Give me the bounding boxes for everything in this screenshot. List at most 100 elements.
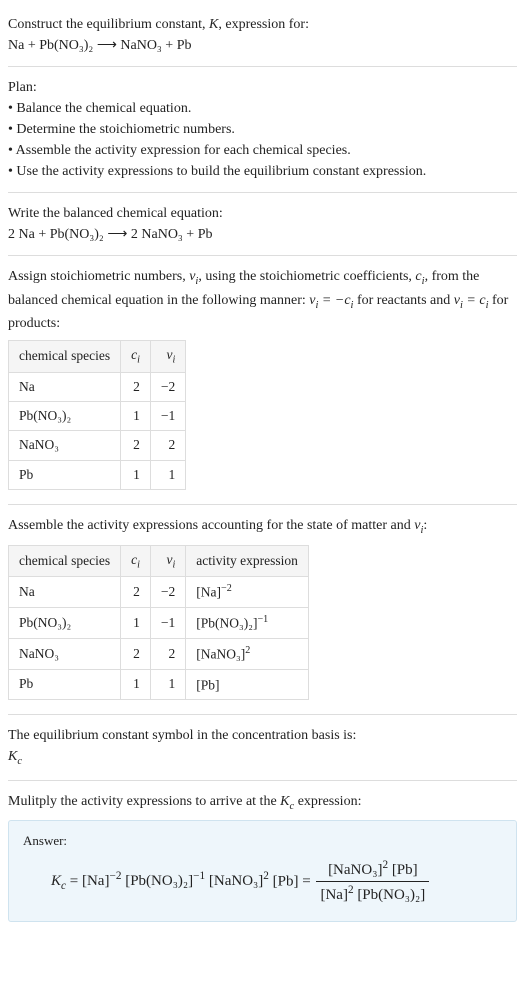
activity-table: chemical species ci νi activity expressi…	[8, 545, 309, 701]
cell-ci: 2	[121, 372, 151, 401]
cell-vi: −1	[150, 402, 185, 431]
c-i: ci	[415, 269, 424, 284]
den-b: [Pb(NO₃)₂]	[354, 887, 426, 903]
plan-bullet: • Balance the chemical equation.	[8, 98, 517, 119]
cell-activity: [Pb]	[186, 669, 309, 700]
k-symbol: K	[209, 17, 218, 32]
plan-b2: Determine the stoichiometric numbers.	[16, 122, 235, 137]
fraction-numerator: [NaNO₃]2 [Pb]	[316, 857, 429, 883]
cell-activity: [Na]−2	[186, 577, 309, 608]
cell-ci: 2	[121, 577, 151, 608]
divider	[8, 714, 517, 715]
table-row: NaNO₃ 2 2 [NaNO₃]2	[9, 638, 309, 669]
num-a: [NaNO₃]	[328, 862, 382, 878]
t1-base: [Na]	[82, 873, 109, 889]
stoich-text: Assign stoichiometric numbers, νi, using…	[8, 266, 517, 334]
multiply-b: expression:	[294, 794, 361, 809]
divider	[8, 255, 517, 256]
col-species: chemical species	[9, 341, 121, 373]
col-vi: νi	[150, 341, 185, 373]
divider	[8, 192, 517, 193]
cell-ci: 1	[121, 460, 151, 489]
nu-eq: νi = −ci	[309, 293, 353, 308]
plan-heading: Plan:	[8, 77, 517, 98]
col-ci: ci	[121, 341, 151, 373]
nu-eq2: νi = ci	[454, 293, 489, 308]
kc: Kc	[51, 873, 66, 889]
cell-species: Na	[9, 577, 121, 608]
term2: [Pb(NO₃)₂]−1	[125, 873, 205, 889]
activity-b: :	[423, 518, 427, 533]
plan-bullet: • Assemble the activity expression for e…	[8, 140, 517, 161]
answer-equation: Kc = [Na]−2 [Pb(NO₃)₂]−1 [NaNO₃]2 [Pb] =…	[23, 857, 502, 907]
plan-b4: Use the activity expressions to build th…	[16, 164, 426, 179]
answer-label: Answer:	[23, 831, 502, 851]
plan-b1: Balance the chemical equation.	[16, 101, 191, 116]
ae-exp: 2	[245, 645, 250, 656]
intro-text-a: Construct the equilibrium constant,	[8, 17, 209, 32]
cell-species: Pb(NO₃)₂	[9, 608, 121, 639]
ae-base: [Na]	[196, 585, 221, 600]
equals: =	[66, 873, 82, 889]
t2-base: [Pb(NO₃)₂]	[125, 873, 193, 889]
t3-base: [NaNO₃]	[209, 873, 263, 889]
intro-text-b: , expression for:	[218, 17, 309, 32]
stoich-table: chemical species ci νi Na 2 −2 Pb(NO₃)₂ …	[8, 340, 186, 490]
cell-vi: −2	[150, 577, 185, 608]
activity-a: Assemble the activity expressions accoun…	[8, 518, 414, 533]
k-letter: K	[8, 749, 17, 764]
table-row: Pb 1 1	[9, 460, 186, 489]
stoich-a: Assign stoichiometric numbers,	[8, 269, 189, 284]
ae-base: [NaNO₃]	[196, 646, 245, 661]
basis-section: The equilibrium constant symbol in the c…	[8, 719, 517, 776]
multiply-line: Mulitply the activity expressions to arr…	[8, 791, 517, 815]
ae-exp: −1	[257, 614, 268, 625]
plan-bullet: • Use the activity expressions to build …	[8, 161, 517, 182]
t1-exp: −2	[109, 870, 121, 882]
den-a: [Na]	[320, 887, 347, 903]
cell-vi: 2	[150, 638, 185, 669]
num-b: [Pb]	[388, 862, 418, 878]
cell-vi: 1	[150, 669, 185, 700]
cell-vi: 2	[150, 431, 185, 460]
cell-vi: −1	[150, 608, 185, 639]
k-letter: K	[51, 873, 61, 889]
balanced-equation: 2 Na + Pb(NO₃)₂ ⟶ 2 NaNO₃ + Pb	[8, 224, 517, 245]
table-row: Na 2 −2 [Na]−2	[9, 577, 309, 608]
activity-section: Assemble the activity expressions accoun…	[8, 509, 517, 710]
balanced-heading: Write the balanced chemical equation:	[8, 203, 517, 224]
cell-ci: 2	[121, 431, 151, 460]
kc-inline: Kc	[280, 794, 294, 809]
cell-ci: 2	[121, 638, 151, 669]
table-row: Na 2 −2	[9, 372, 186, 401]
table-header-row: chemical species ci νi activity expressi…	[9, 545, 309, 577]
table-row: NaNO₃ 2 2	[9, 431, 186, 460]
term3: [NaNO₃]2	[209, 873, 269, 889]
table-row: Pb(NO₃)₂ 1 −1	[9, 402, 186, 431]
cell-species: NaNO₃	[9, 431, 121, 460]
intro-section: Construct the equilibrium constant, K, e…	[8, 8, 517, 62]
cell-ci: 1	[121, 402, 151, 431]
divider	[8, 780, 517, 781]
stoich-b: , using the stoichiometric coefficients,	[198, 269, 415, 284]
term1: [Na]−2	[82, 873, 121, 889]
plan-section: Plan: • Balance the chemical equation. •…	[8, 71, 517, 188]
unbalanced-equation: Na + Pb(NO₃)₂ ⟶ NaNO₃ + Pb	[8, 35, 517, 56]
k-sub: c	[17, 756, 22, 767]
stoich-d: for reactants and	[353, 293, 453, 308]
stoich-section: Assign stoichiometric numbers, νi, using…	[8, 260, 517, 500]
multiply-a: Mulitply the activity expressions to arr…	[8, 794, 280, 809]
nu-i: νi	[189, 269, 198, 284]
cell-ci: 1	[121, 608, 151, 639]
fraction-denominator: [Na]2 [Pb(NO₃)₂]	[316, 882, 429, 907]
cell-activity: [NaNO₃]2	[186, 638, 309, 669]
table-header-row: chemical species ci νi	[9, 341, 186, 373]
intro-line: Construct the equilibrium constant, K, e…	[8, 14, 517, 35]
divider	[8, 504, 517, 505]
term4: [Pb]	[273, 873, 299, 889]
t2-exp: −1	[193, 870, 205, 882]
multiply-section: Mulitply the activity expressions to arr…	[8, 785, 517, 928]
ae-base: [Pb(NO₃)₂]	[196, 616, 257, 631]
equals2: =	[302, 873, 314, 889]
table-row: Pb(NO₃)₂ 1 −1 [Pb(NO₃)₂]−1	[9, 608, 309, 639]
